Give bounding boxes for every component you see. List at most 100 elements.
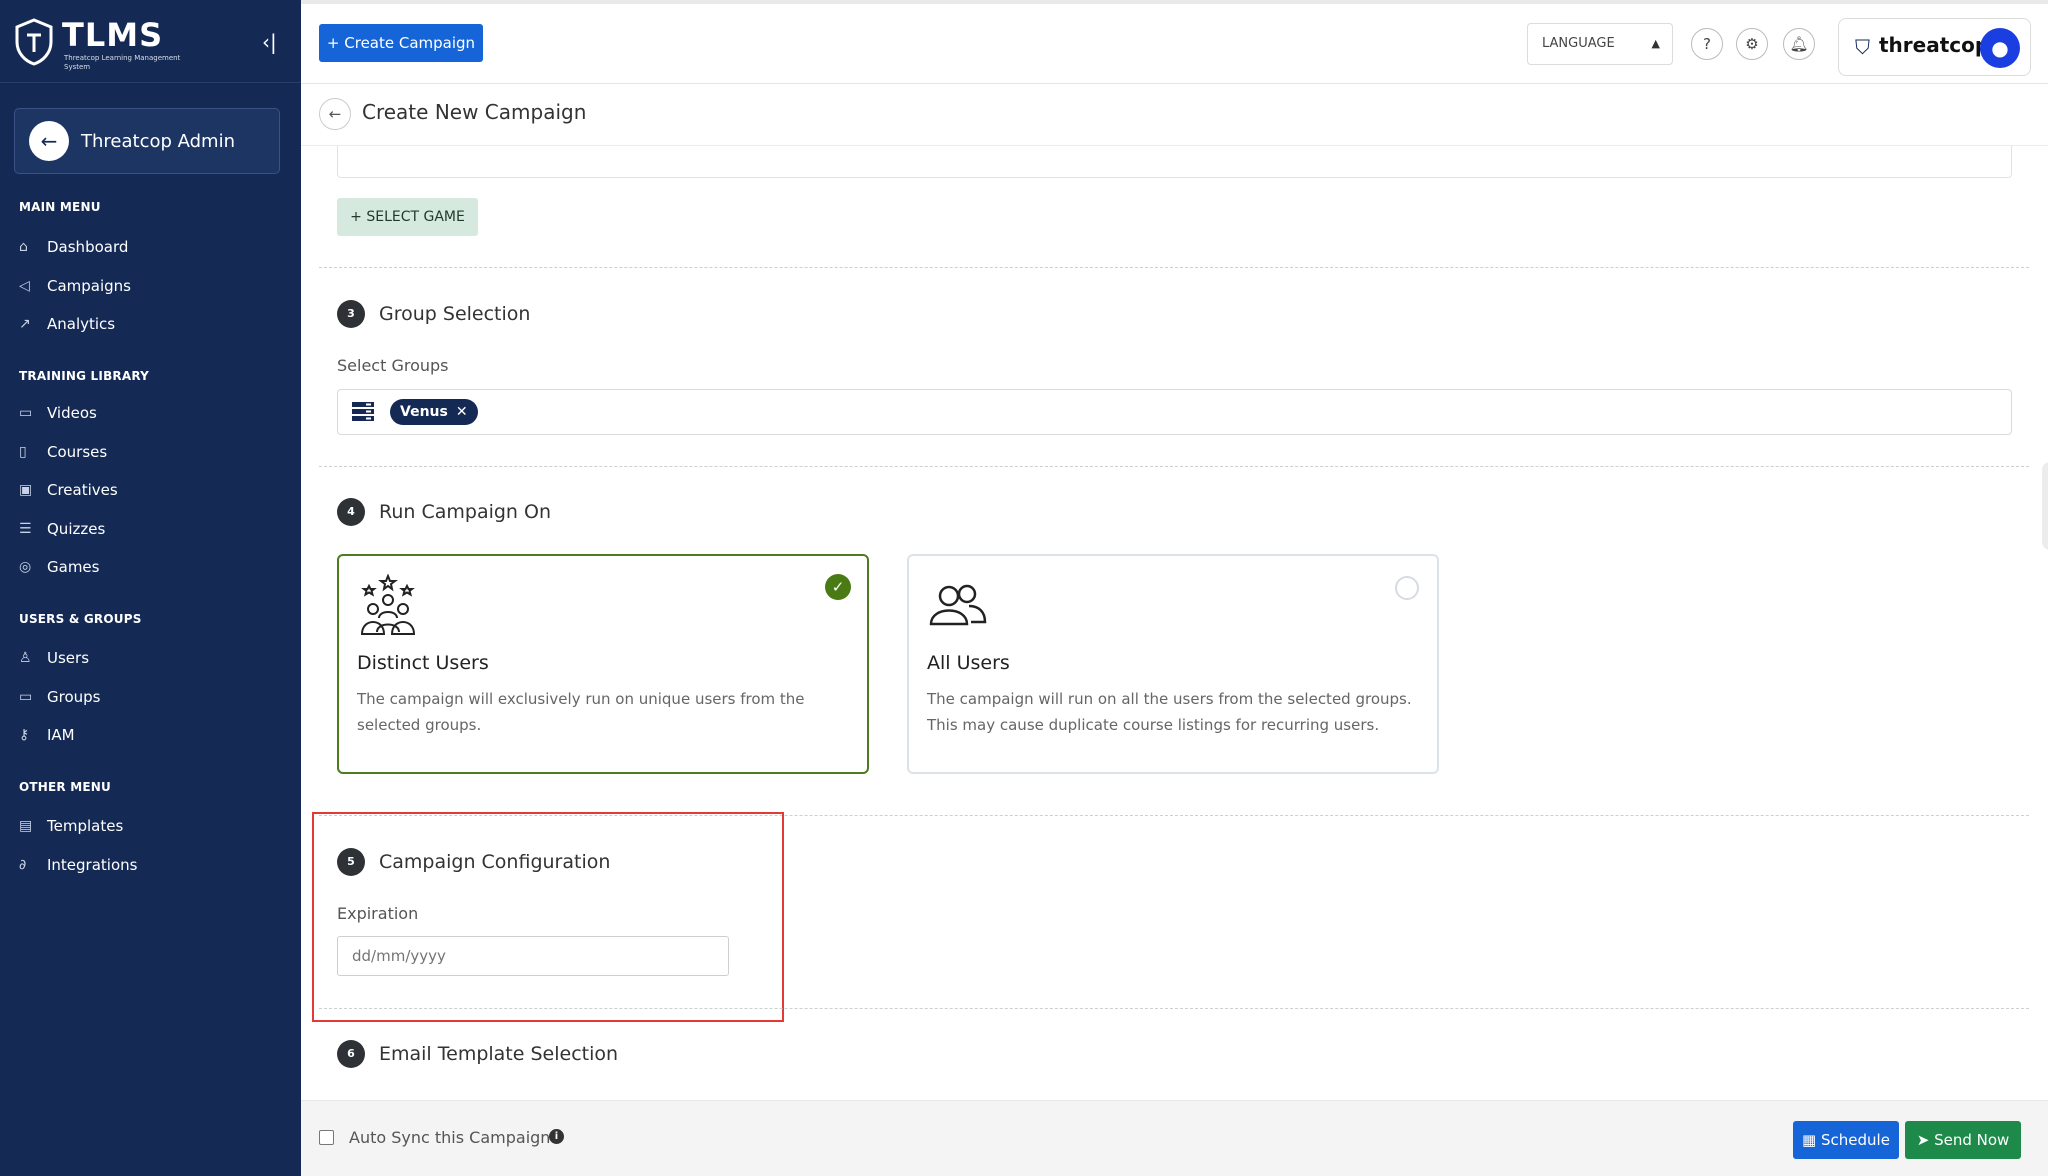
sidebar: TLMS Threatcop Learning Management Syste… <box>0 0 301 1176</box>
option-all-users[interactable]: All Users The campaign will run on all t… <box>907 554 1439 774</box>
sidebar-item-label: Integrations <box>47 856 138 874</box>
sidebar-item-templates[interactable]: ▤ Templates <box>19 811 281 841</box>
option-title: All Users <box>927 652 1010 674</box>
sort-arrows-icon: ▲ <box>1651 37 1660 50</box>
step-number: 4 <box>337 498 365 526</box>
chip-label: Venus <box>400 404 448 420</box>
language-select[interactable]: LANGUAGE ▲ <box>1527 23 1673 65</box>
auto-sync-checkbox[interactable] <box>319 1130 334 1145</box>
section-divider <box>319 267 2029 268</box>
help-icon[interactable]: ? <box>1691 28 1723 60</box>
threatcop-shield-icon: ⛉ <box>1855 35 1870 59</box>
menu-section-users: USERS & GROUPS <box>19 612 142 626</box>
sidebar-item-videos[interactable]: ▭ Videos <box>19 398 281 428</box>
sidebar-item-courses[interactable]: ▯ Courses <box>19 437 281 467</box>
section-title-email-template-selection: Email Template Selection <box>379 1043 619 1065</box>
avatar[interactable]: ● <box>1980 28 2020 68</box>
menu-section-main: MAIN MENU <box>19 200 101 214</box>
brand-name: TLMS <box>62 16 164 54</box>
sidebar-item-label: Templates <box>47 817 124 835</box>
option-title: Distinct Users <box>357 652 489 674</box>
topbar: + Create Campaign LANGUAGE ▲ ? ⚙ 🔔︎ ⛉ th… <box>301 0 2048 84</box>
sidebar-item-users[interactable]: ♙ Users <box>19 643 281 673</box>
sidebar-item-games[interactable]: ◎ Games <box>19 552 281 582</box>
user-icon: ♙ <box>19 650 32 666</box>
group-chip: Venus ✕ <box>390 399 478 425</box>
sidebar-item-campaigns[interactable]: ◁ Campaigns <box>19 271 281 301</box>
back-arrow-icon[interactable]: ← <box>319 98 351 130</box>
send-now-label: Send Now <box>1934 1131 2010 1149</box>
sidebar-item-label: Videos <box>47 404 97 422</box>
previous-field <box>337 146 2012 178</box>
sidebar-item-creatives[interactable]: ▣ Creatives <box>19 475 281 505</box>
list-icon: ☰ <box>19 521 32 537</box>
template-icon: ▤ <box>19 818 33 834</box>
expiration-date-input[interactable] <box>337 936 729 976</box>
admin-switcher[interactable]: ← Threatcop Admin <box>14 108 280 174</box>
create-campaign-button[interactable]: + Create Campaign <box>319 24 483 62</box>
section-title-campaign-configuration: Campaign Configuration <box>379 851 611 873</box>
bell-icon[interactable]: 🔔︎ <box>1783 28 1815 60</box>
sidebar-item-label: Quizzes <box>47 520 106 538</box>
sidebar-item-label: Users <box>47 649 90 667</box>
select-groups-label: Select Groups <box>337 356 449 375</box>
auto-sync-label: Auto Sync this Campaign <box>349 1128 551 1147</box>
shield-logo-icon <box>15 18 53 66</box>
main-content: + SELECT GAME 3 Group Selection Select G… <box>301 146 2048 1100</box>
megaphone-icon: ◁ <box>19 278 30 294</box>
option-distinct-users[interactable]: Distinct Users The campaign will exclusi… <box>337 554 869 774</box>
scrollbar[interactable] <box>2042 462 2048 550</box>
sidebar-item-label: Groups <box>47 688 101 706</box>
sidebar-item-label: Analytics <box>47 315 116 333</box>
server-stack-icon <box>352 402 374 421</box>
section-title-run-campaign-on: Run Campaign On <box>379 501 552 523</box>
folder-icon: ▭ <box>19 689 33 705</box>
sidebar-item-integrations[interactable]: ∂ Integrations <box>19 850 281 880</box>
sidebar-item-label: Courses <box>47 443 108 461</box>
book-icon: ▯ <box>19 444 27 460</box>
footer: Auto Sync this Campaign i ▦ Schedule ➤ S… <box>301 1100 2048 1176</box>
send-now-button[interactable]: ➤ Send Now <box>1905 1121 2021 1159</box>
step-number: 5 <box>337 848 365 876</box>
sidebar-item-label: Games <box>47 558 100 576</box>
info-icon[interactable]: i <box>549 1129 564 1144</box>
gamepad-icon: ◎ <box>19 559 32 575</box>
sidebar-item-analytics[interactable]: ↗ Analytics <box>19 309 281 339</box>
section-divider <box>319 466 2029 467</box>
page-title: Create New Campaign <box>362 100 587 124</box>
sidebar-item-dashboard[interactable]: ⌂ Dashboard <box>19 232 281 262</box>
select-game-button[interactable]: + SELECT GAME <box>337 198 478 236</box>
arrow-left-icon[interactable]: ← <box>29 121 69 161</box>
video-icon: ▭ <box>19 405 33 421</box>
sidebar-item-label: Creatives <box>47 481 118 499</box>
section-title-group-selection: Group Selection <box>379 303 531 325</box>
sidebar-item-iam[interactable]: ⚷ IAM <box>19 720 281 750</box>
users-icon <box>929 584 987 626</box>
link-icon: ∂ <box>19 857 27 873</box>
schedule-label: Schedule <box>1821 1131 1890 1149</box>
key-icon: ⚷ <box>19 727 30 743</box>
chart-line-icon: ↗ <box>19 316 31 332</box>
sidebar-item-label: Campaigns <box>47 277 132 295</box>
subheader: ← Create New Campaign <box>301 84 2048 146</box>
org-profile[interactable]: ⛉ threatcop ● <box>1838 18 2031 76</box>
option-description: The campaign will run on all the users f… <box>927 690 1412 734</box>
paper-plane-icon: ➤ <box>1916 1131 1935 1149</box>
expiration-label: Expiration <box>337 904 419 923</box>
org-name: threatcop <box>1879 33 1990 57</box>
sidebar-item-quizzes[interactable]: ☰ Quizzes <box>19 514 281 544</box>
sidebar-divider <box>0 82 301 83</box>
brand: TLMS Threatcop Learning Management Syste… <box>14 14 294 74</box>
users-stars-icon <box>360 574 416 635</box>
schedule-button[interactable]: ▦ Schedule <box>1793 1121 1899 1159</box>
sidebar-item-label: IAM <box>47 726 75 744</box>
option-description: The campaign will exclusively run on uni… <box>357 690 805 734</box>
image-icon: ▣ <box>19 482 33 498</box>
menu-section-other: OTHER MENU <box>19 780 111 794</box>
sidebar-item-groups[interactable]: ▭ Groups <box>19 682 281 712</box>
radio-button[interactable] <box>1395 576 1419 600</box>
close-icon[interactable]: ✕ <box>456 404 468 420</box>
gear-icon[interactable]: ⚙ <box>1736 28 1768 60</box>
groups-multiselect[interactable]: Venus ✕ <box>337 389 2012 435</box>
collapse-sidebar-icon[interactable]: ‹| <box>262 30 277 54</box>
